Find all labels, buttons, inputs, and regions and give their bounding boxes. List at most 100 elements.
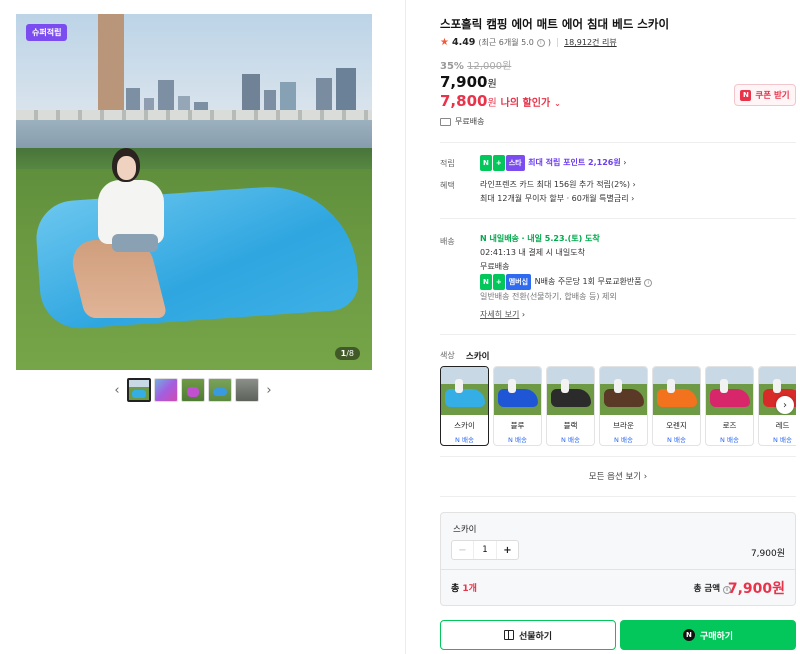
truck-icon (440, 117, 451, 126)
divider (440, 496, 796, 497)
photo-bridge (16, 110, 372, 120)
card-benefit-text: 라인프렌즈 카드 최대 156원 추가 적립(2%) (480, 180, 630, 189)
thumbnail-4[interactable] (208, 378, 232, 402)
thumbnail-5[interactable] (235, 378, 259, 402)
all-options-link[interactable]: 모든 옵션 보기 › (440, 470, 796, 482)
color-swatch[interactable]: 블루 N 배송 (493, 366, 542, 446)
coupon-button[interactable]: N 쿠폰 받기 (734, 84, 796, 106)
delivery-label: 배송 (440, 237, 455, 246)
swatch-image (653, 367, 700, 415)
swatch-name: 블랙 (563, 421, 578, 430)
thumbnail-3[interactable] (181, 378, 205, 402)
gift-button[interactable]: 선물하기 (440, 620, 616, 650)
color-swatch-list: 스카이 N 배송 블루 N 배송 블랙 N 배송 브라운 N 배송 오렌지 N 배송 로즈 N 배송 레… (440, 366, 796, 448)
selected-option-name: 스카이 (453, 525, 477, 535)
color-swatch[interactable]: 스카이 N 배송 (440, 366, 489, 446)
swatch-bed-shape (604, 389, 644, 407)
my-price-unit: 원 (487, 98, 497, 109)
card-benefit[interactable]: 라인프렌즈 카드 최대 156원 추가 적립(2%) › (480, 178, 636, 192)
chevron-right-icon: › (623, 158, 627, 167)
my-price-number: 7,800 (440, 92, 488, 110)
delivery-free: 무료배송 (480, 262, 510, 271)
color-option-label: 색상 (440, 351, 455, 360)
naver-tag: N (480, 155, 492, 171)
total-count: 총 1개 (451, 581, 477, 594)
swatch-shipping-tag: N 배송 (455, 436, 474, 444)
swatch-image (494, 367, 541, 415)
rating-separator: | (556, 37, 560, 48)
color-swatch[interactable]: 브라운 N 배송 (599, 366, 648, 446)
color-swatch[interactable]: 블랙 N 배송 (546, 366, 595, 446)
swatch-bed-shape (498, 389, 538, 407)
info-icon[interactable]: i (536, 38, 545, 47)
swatch-shipping-tag: N 배송 (720, 436, 739, 444)
delivery-detail[interactable]: 자세히 보기 › (480, 308, 652, 322)
delivery-rows: N 내일배송 · 내일 5.23.(토) 도착 02:41:13 내 결제 시 … (480, 232, 653, 322)
plus-tag: + (492, 155, 505, 171)
points-row[interactable]: N + 스타 최대 적립 포인트 2,126원 › (480, 155, 626, 171)
thumbnail-1[interactable] (127, 378, 151, 402)
thumbnail-prev-icon[interactable]: ‹ (110, 378, 124, 402)
rating-recent: (최근 6개월 5.0 (478, 38, 534, 47)
swatch-person-shape (773, 379, 781, 393)
swatch-next-icon[interactable]: › (776, 396, 794, 414)
swatch-person-shape (667, 379, 675, 393)
installment-benefit-text: 최대 12개월 무이자 할부 · 60개월 특별금리 (480, 194, 629, 203)
my-price-label: 나의 할인가 (500, 98, 551, 109)
naver-logo-icon: N (682, 629, 695, 641)
sale-price-number: 7,900 (440, 73, 488, 91)
free-return: N + 멤버십 N배송 주문당 1회 무료교환반품 i (480, 274, 653, 290)
swatch-person-shape (508, 379, 516, 393)
swatch-shipping-tag: N 배송 (667, 436, 686, 444)
chevron-right-icon: › (631, 194, 635, 203)
image-counter-total: /8 (346, 349, 354, 358)
sale-price: 7,900원 (440, 73, 497, 91)
star-icon: ★ (440, 37, 449, 48)
swatch-name: 브라운 (613, 421, 634, 430)
discount-rate: 35% (440, 61, 464, 72)
gift-icon (503, 630, 514, 640)
info-icon[interactable]: i (644, 279, 653, 287)
points-label: 적립 (440, 159, 455, 168)
color-swatch[interactable]: 오렌지 N 배송 (652, 366, 701, 446)
free-shipping-text: 무료배송 (455, 117, 485, 126)
membership-tag: 멤버십 (505, 274, 532, 290)
delivery-cutoff: 02:41:13 내 결제 시 내일도착 (480, 248, 585, 257)
coupon-logo-icon: N (740, 89, 752, 101)
swatch-shipping-tag: N 배송 (561, 436, 580, 444)
tomorrow-delivery-tag: N 내일배송 (480, 234, 519, 243)
divider (441, 569, 795, 570)
selected-option-price: 7,900원 (750, 549, 785, 559)
thumbnail-next-icon[interactable]: › (262, 378, 276, 402)
quantity-stepper: − 1 + (451, 540, 519, 560)
quantity-value[interactable]: 1 (474, 541, 496, 559)
swatch-name: 오렌지 (666, 421, 687, 430)
quantity-increase-button[interactable]: + (496, 541, 518, 559)
plus-tag: + (492, 274, 505, 290)
installment-benefit[interactable]: 최대 12개월 무이자 할부 · 60개월 특별금리 › (480, 192, 636, 206)
swatch-image (441, 367, 488, 415)
color-swatch[interactable]: 로즈 N 배송 (705, 366, 754, 446)
swatch-bed-shape (657, 389, 697, 407)
buy-button[interactable]: N 구매하기 (620, 620, 796, 650)
chevron-right-icon: › (632, 180, 636, 189)
swatch-name: 로즈 (722, 421, 737, 430)
column-divider (405, 0, 406, 654)
free-shipping-row: 무료배송 (440, 116, 484, 127)
gift-button-label: 선물하기 (518, 631, 553, 642)
thumbnail-strip: ‹ › (110, 378, 276, 402)
main-product-image[interactable]: 슈퍼적립 1/8 (16, 14, 372, 370)
divider (440, 218, 796, 219)
thumbnail-2[interactable] (154, 378, 178, 402)
review-count-link[interactable]: 18,912건 리뷰 (564, 37, 617, 48)
photo-tower (98, 14, 124, 114)
quantity-decrease-button[interactable]: − (452, 541, 474, 559)
delivery-detail-link[interactable]: 자세히 보기 (480, 310, 519, 319)
total-amount-price: 7,900원 (727, 581, 785, 597)
swatch-person-shape (561, 379, 569, 393)
rating-score: 4.49 (451, 37, 476, 48)
benefit-rows: 라인프렌즈 카드 최대 156원 추가 적립(2%) › 최대 12개월 무이자… (480, 178, 636, 206)
tomorrow-delivery: N 내일배송 · 내일 5.23.(토) 도착 (480, 232, 652, 246)
swatch-image (706, 367, 753, 415)
my-discount-price[interactable]: 7,800원 나의 할인가 ⌄ (440, 92, 561, 110)
